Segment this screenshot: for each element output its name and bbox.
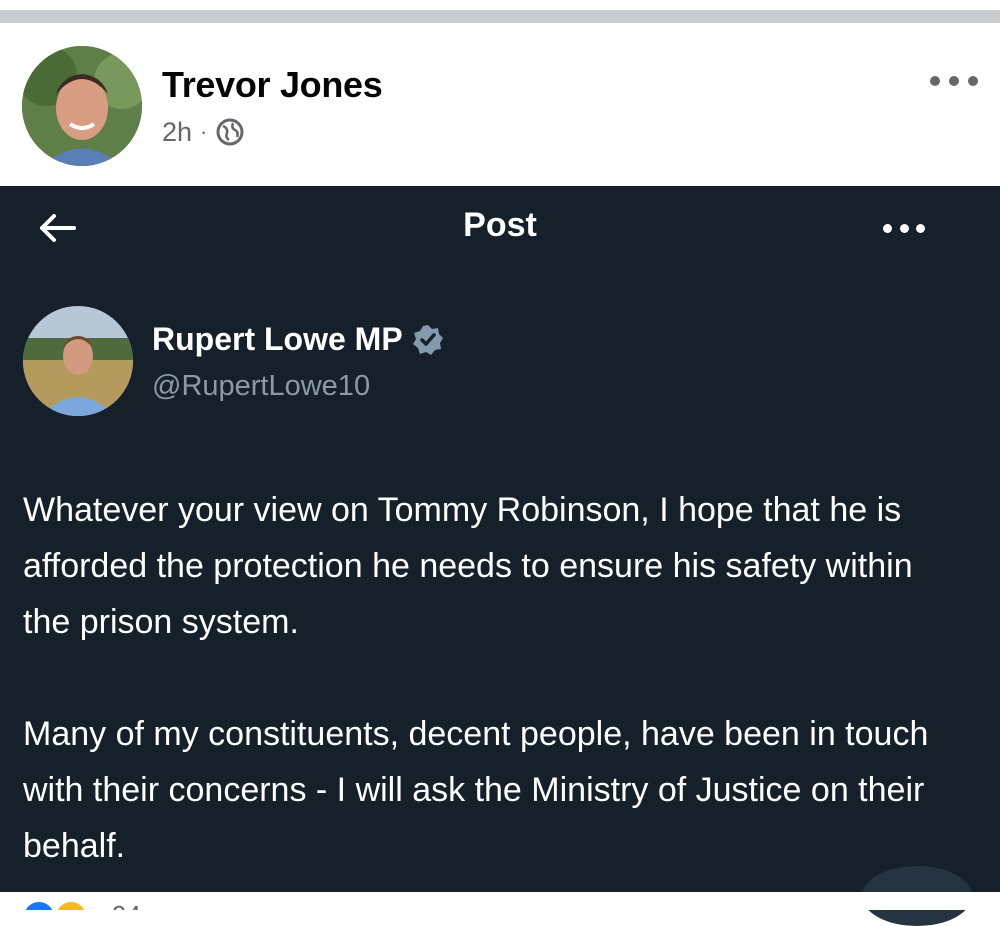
tweet-text: Whatever your view on Tommy Robinson, I …	[23, 482, 963, 874]
dot	[916, 223, 925, 233]
dot	[899, 223, 909, 233]
tweet-author-name-row: Rupert Lowe MP	[152, 321, 445, 358]
embedded-tweet-screenshot: Post Rupert Lowe MP @RupertLowe10 Whatev…	[0, 186, 1000, 926]
author-avatar-image	[22, 46, 142, 166]
reactions-bar[interactable]: 94	[0, 892, 1000, 910]
dot	[883, 223, 892, 233]
more-horizontal-icon[interactable]	[883, 222, 925, 234]
post-meta: 2h ·	[162, 115, 245, 149]
reaction-count: 94	[112, 900, 141, 910]
tweet-paragraph: Many of my constituents, decent people, …	[23, 715, 929, 865]
care-reaction-icon	[56, 902, 86, 910]
author-name[interactable]: Trevor Jones	[162, 64, 383, 106]
verified-badge-icon	[412, 324, 443, 355]
tweet-paragraph: Whatever your view on Tommy Robinson, I …	[23, 491, 913, 641]
tweet-author-avatar-image	[23, 306, 133, 416]
tweet-author-handle[interactable]: @RupertLowe10	[152, 370, 370, 403]
tweet-author-name[interactable]: Rupert Lowe MP	[152, 321, 403, 358]
facebook-post-header	[0, 23, 1000, 186]
like-reaction-icon	[24, 902, 54, 910]
post-time[interactable]: 2h	[162, 117, 192, 148]
author-avatar[interactable]	[22, 46, 142, 166]
meta-separator: ·	[200, 119, 208, 144]
post-header-title: Post	[463, 206, 537, 244]
dot	[949, 76, 959, 86]
more-options-icon[interactable]	[930, 66, 978, 96]
tweet-author-avatar[interactable]	[23, 306, 133, 416]
dot	[968, 76, 978, 86]
dot	[930, 76, 940, 86]
globe-icon[interactable]	[215, 117, 245, 147]
top-divider	[0, 10, 1000, 23]
